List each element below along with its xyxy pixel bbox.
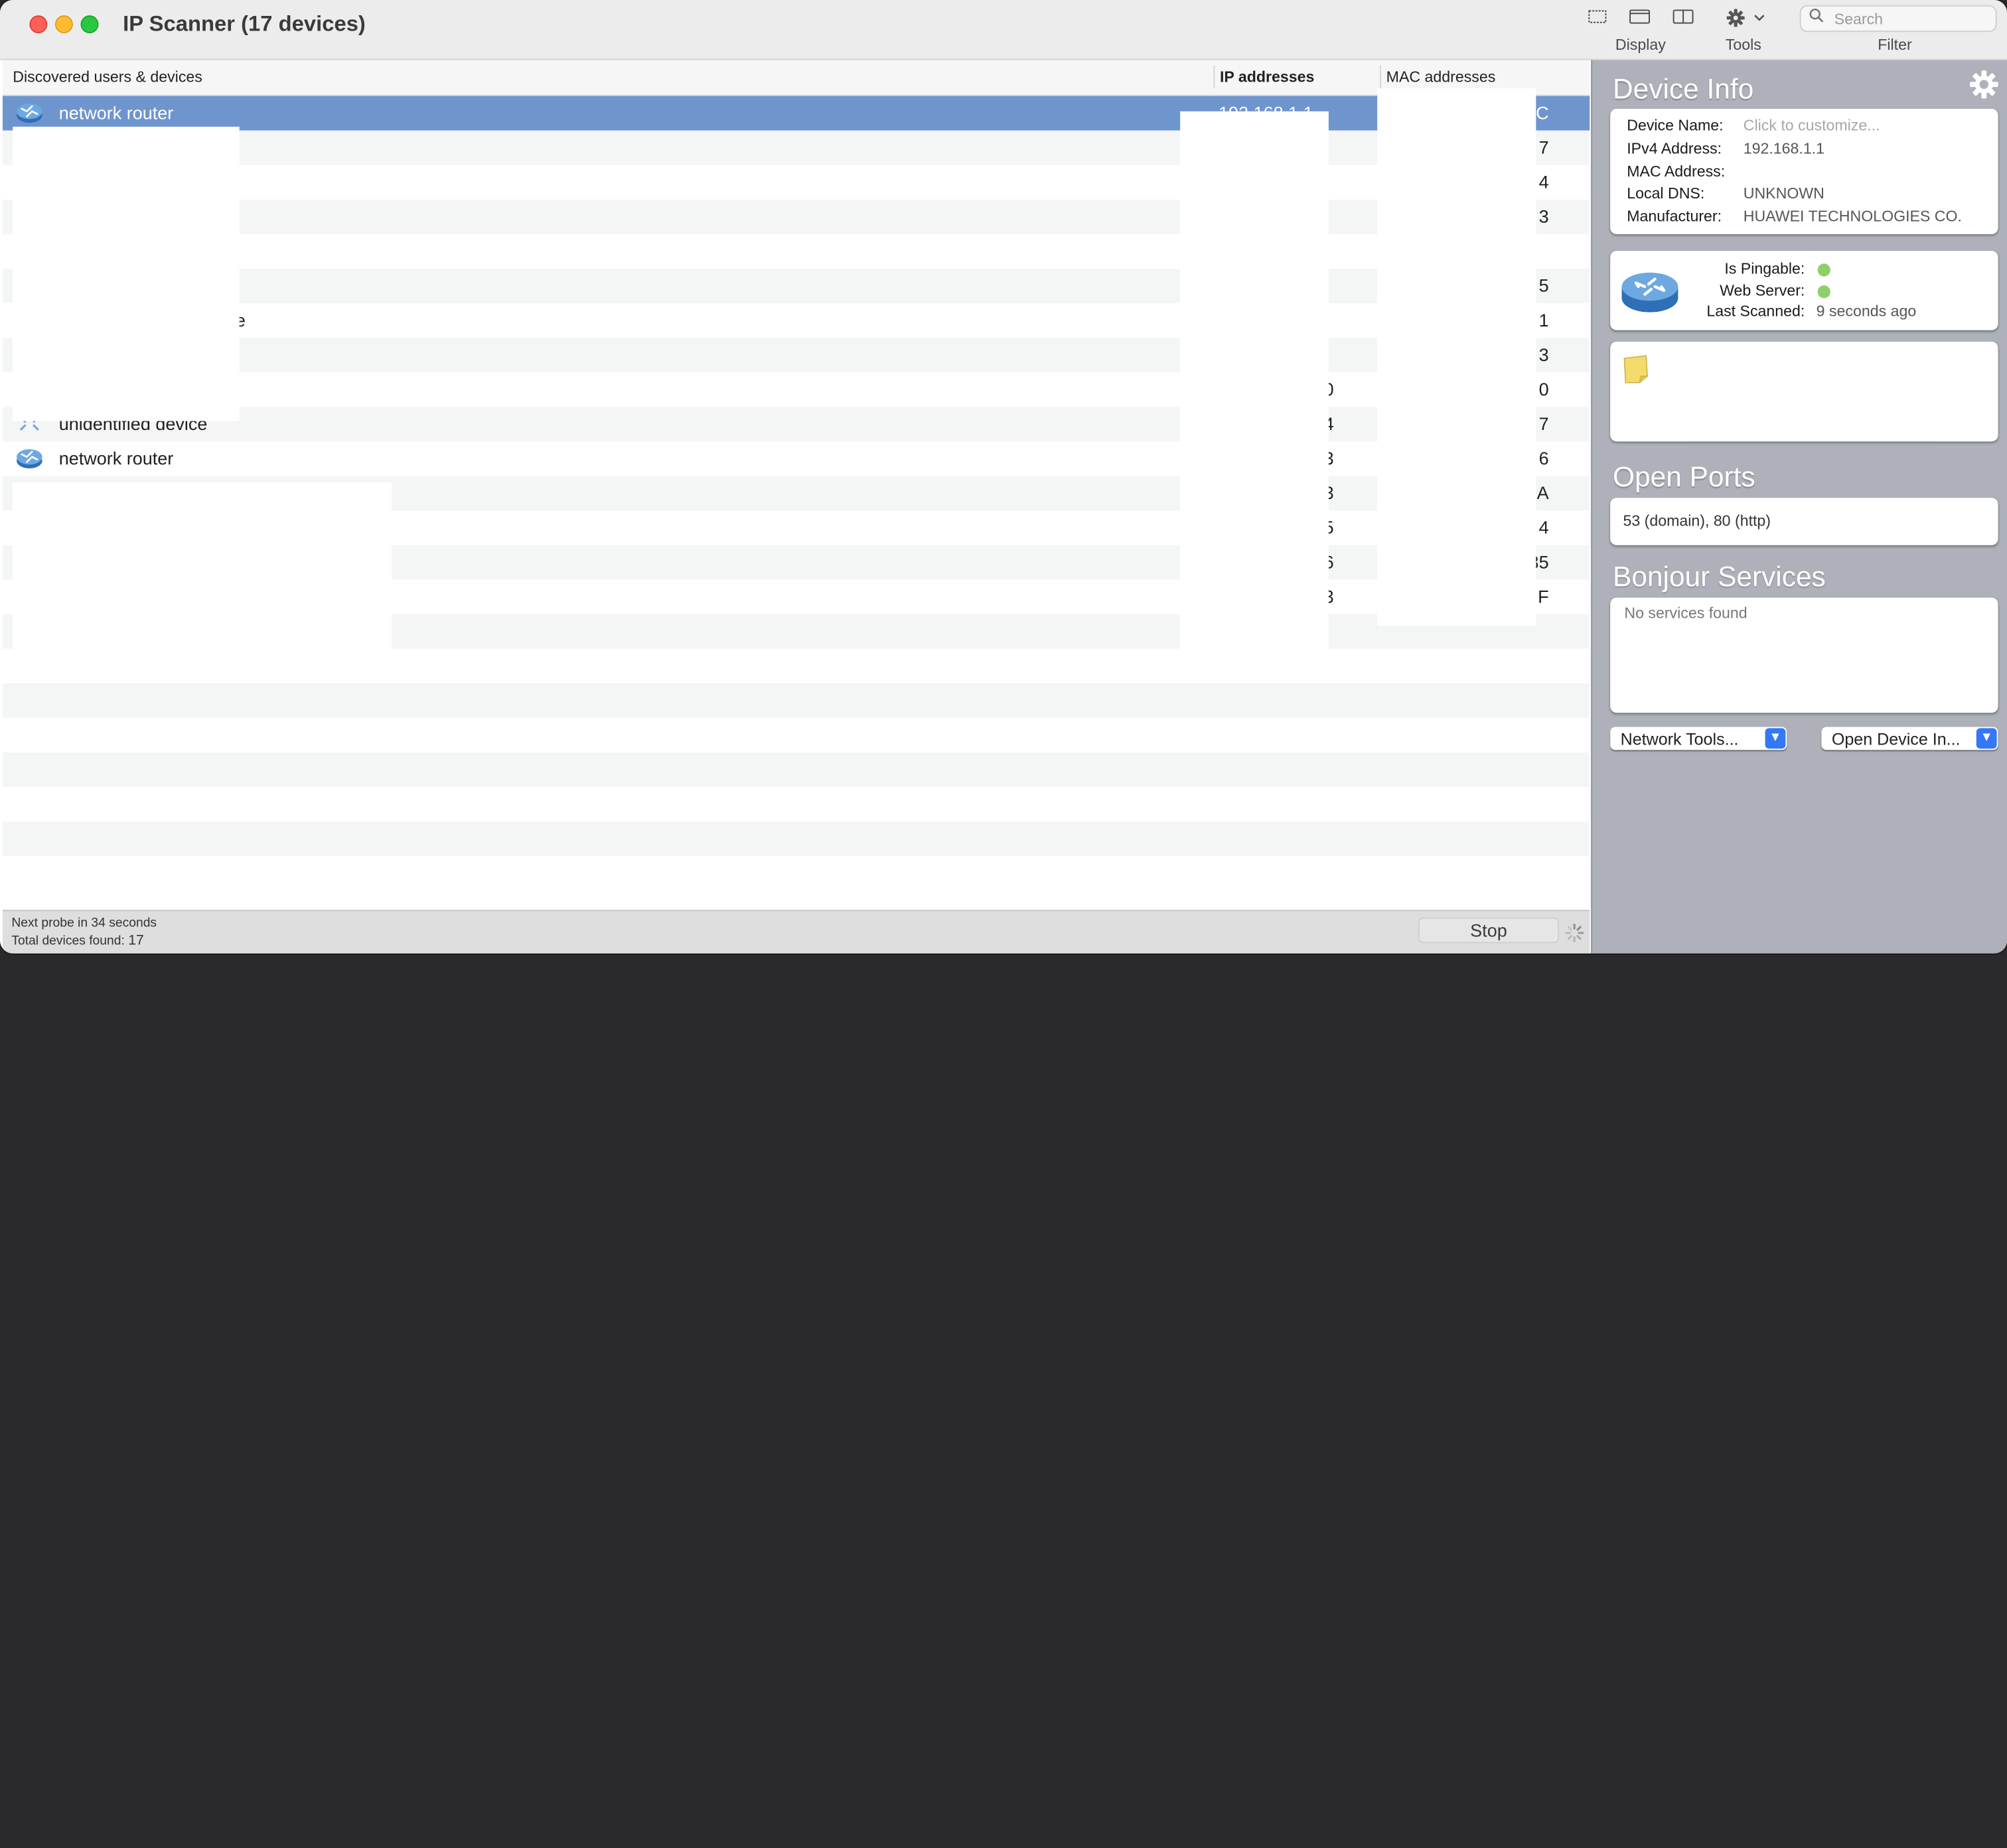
column-header-mac[interactable]: MAC addresses: [1386, 68, 1496, 86]
total-devices-label: Total devices found:: [11, 934, 125, 949]
column-header-ip[interactable]: IP addresses: [1220, 68, 1314, 86]
table-row[interactable]: [2, 683, 1590, 718]
total-devices-count: 17: [128, 932, 144, 949]
tools-label: Tools: [1725, 36, 1761, 54]
table-row[interactable]: 3: [2, 338, 1590, 373]
filter-label: Filter: [1878, 36, 1912, 54]
split-view-icon[interactable]: [1672, 8, 1695, 30]
column-divider[interactable]: [1213, 65, 1215, 89]
table-row[interactable]: [2, 821, 1590, 857]
device-name-cell: network router: [58, 448, 174, 468]
device-name-field[interactable]: Click to customize...: [1744, 117, 1880, 135]
network-tools-popup[interactable]: Network Tools... ▼: [1610, 727, 1787, 750]
manufacturer-value: HUAWEI TECHNOLOGIES CO.: [1743, 207, 1962, 226]
open-ports-value: 53 (domain), 80 (http): [1623, 512, 1771, 530]
table-row[interactable]: e1: [2, 303, 1590, 338]
column-header-devices[interactable]: Discovered users & devices: [13, 68, 202, 86]
router-icon: [15, 447, 43, 470]
redacted-area: [13, 482, 392, 679]
column-divider[interactable]: [1380, 65, 1381, 89]
total-devices-text: Total devices found: 17: [11, 933, 143, 948]
list-view-icon[interactable]: [1587, 8, 1607, 30]
table-row[interactable]: unidentified device 4 7: [2, 407, 1590, 442]
sticky-note-icon: [1623, 355, 1648, 384]
next-probe-text: Next probe in 34 seconds: [11, 916, 157, 931]
tools-menu-button[interactable]: [1726, 8, 1769, 33]
chevron-down-icon: ▼: [1765, 728, 1786, 749]
device-info-title: Device Info: [1613, 72, 1754, 106]
open-device-in-label: Open Device In...: [1831, 729, 1961, 749]
local-dns-label: Local DNS:: [1627, 184, 1705, 202]
table-row[interactable]: [2, 234, 1590, 269]
last-scanned-label: Last Scanned:: [1706, 302, 1805, 320]
web-server-status-icon: [1817, 285, 1830, 299]
bonjour-services-title: Bonjour Services: [1613, 560, 1826, 593]
window-title: IP Scanner (17 devices): [123, 11, 366, 36]
table-row[interactable]: network router 3 6: [2, 441, 1590, 476]
ipv4-value: 192.168.1.1: [1743, 139, 1825, 158]
table-row[interactable]: 4: [2, 165, 1590, 200]
bonjour-services-value: No services found: [1624, 604, 1747, 622]
chevron-down-icon: ▼: [1976, 728, 1997, 749]
search-icon: [1809, 8, 1824, 27]
open-ports-title: Open Ports: [1613, 461, 1755, 493]
device-details-card: Device Name: Click to customize... IPv4 …: [1610, 108, 1998, 234]
device-status-card: Is Pingable: Web Server: Last Scanned: 9…: [1610, 251, 1998, 330]
notes-card[interactable]: [1610, 341, 1998, 442]
pingable-status-icon: [1817, 263, 1830, 277]
table-row[interactable]: [2, 856, 1590, 891]
is-pingable-label: Is Pingable:: [1724, 259, 1805, 278]
close-window-button[interactable]: [29, 15, 48, 34]
open-device-in-popup[interactable]: Open Device In... ▼: [1821, 727, 1998, 750]
display-label: Display: [1615, 36, 1666, 54]
open-ports-card: 53 (domain), 80 (http): [1610, 498, 1998, 545]
network-tools-label: Network Tools...: [1620, 729, 1739, 749]
search-input[interactable]: [1831, 7, 1990, 31]
table-row[interactable]: network router192.168.1.1C: [2, 96, 1590, 131]
redacted-area: [1180, 111, 1329, 662]
mac-label: MAC Address:: [1627, 162, 1726, 180]
stop-button[interactable]: Stop: [1418, 917, 1560, 944]
status-bar: Next probe in 34 seconds Total devices f…: [2, 910, 1590, 954]
last-scanned-value: 9 seconds ago: [1816, 302, 1917, 320]
local-dns-value: UNKNOWN: [1743, 184, 1824, 202]
router-icon: [1621, 272, 1678, 313]
table-row[interactable]: 5: [2, 269, 1590, 304]
table-row[interactable]: [2, 717, 1590, 753]
table-row[interactable]: [2, 752, 1590, 788]
ipv4-label: IPv4 Address:: [1627, 139, 1722, 158]
table-header: Discovered users & devices IP addresses …: [2, 60, 1590, 96]
router-icon: [15, 101, 43, 124]
table-row[interactable]: 7: [2, 130, 1590, 165]
device-info-panel: Device Info Device Name: Click to custom…: [1591, 60, 2007, 954]
bonjour-services-card: No services found: [1610, 597, 1998, 713]
minimize-window-button[interactable]: [54, 15, 73, 34]
gear-icon: [1726, 9, 1765, 27]
device-table[interactable]: Discovered users & devices IP addresses …: [2, 60, 1590, 910]
web-server-label: Web Server:: [1720, 281, 1805, 300]
table-row[interactable]: 00: [2, 372, 1590, 407]
redacted-area: [13, 126, 240, 421]
zoom-window-button[interactable]: [80, 15, 99, 34]
progress-spinner-icon: [1565, 923, 1584, 943]
device-name-label: Device Name:: [1627, 116, 1724, 135]
table-row[interactable]: 3: [2, 199, 1590, 234]
search-field[interactable]: [1799, 5, 1997, 33]
settings-gear-icon[interactable]: [1969, 69, 1999, 100]
app-window: IP Scanner (17 devices) Display Tools Se…: [0, 0, 2007, 954]
title-bar: IP Scanner (17 devices) Display Tools Se…: [0, 0, 2007, 60]
device-name-cell: network router: [58, 102, 174, 123]
table-row[interactable]: [2, 787, 1590, 822]
manufacturer-label: Manufacturer:: [1627, 207, 1722, 226]
redacted-area: [1377, 88, 1536, 626]
single-pane-view-icon[interactable]: [1628, 8, 1651, 30]
